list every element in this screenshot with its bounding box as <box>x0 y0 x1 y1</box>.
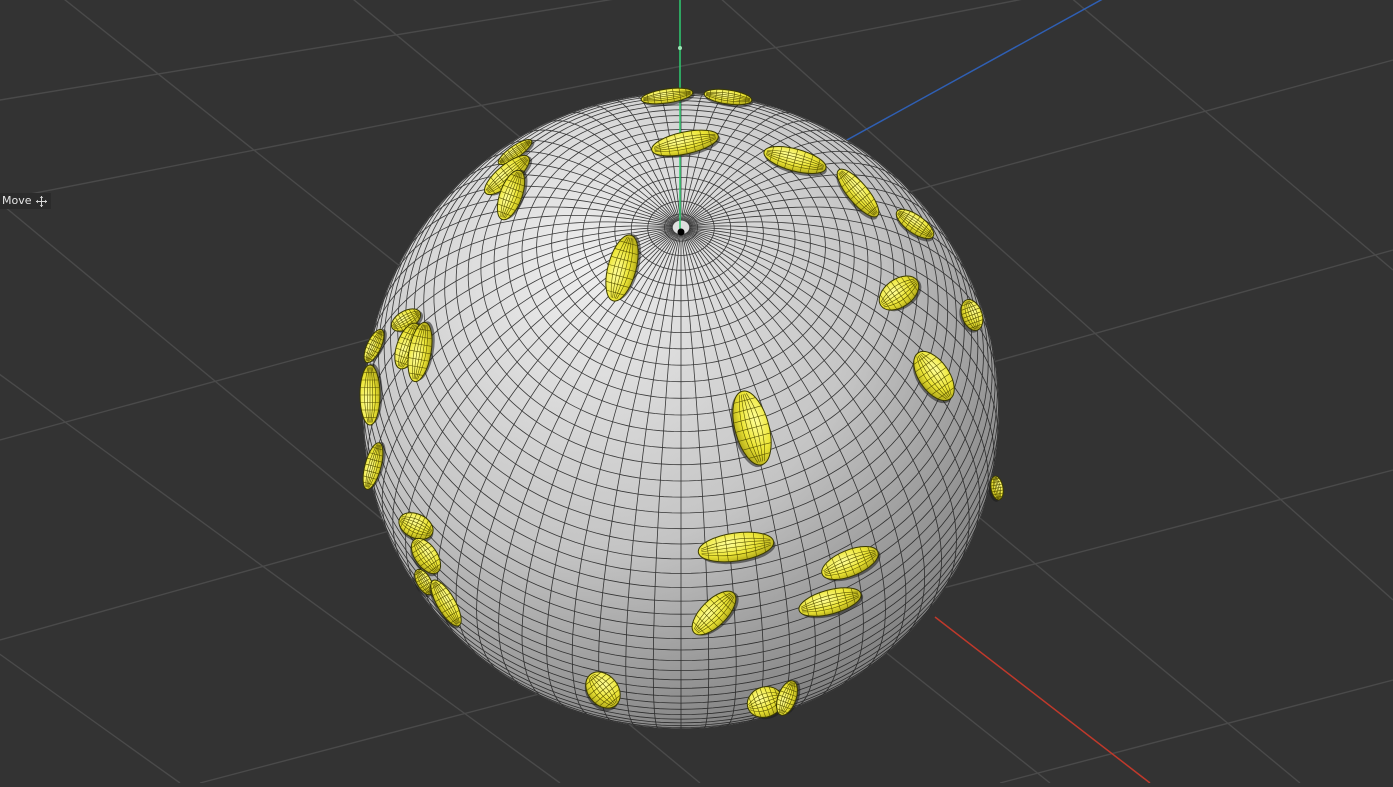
seed-mesh[interactable] <box>359 363 383 426</box>
scene-canvas[interactable] <box>0 0 1393 784</box>
x-axis-line <box>934 616 1151 784</box>
tool-indicator: Move <box>0 193 51 209</box>
move-icon <box>35 195 47 207</box>
y-axis-handle[interactable] <box>678 46 682 50</box>
3d-viewport[interactable]: Move <box>0 0 1393 784</box>
pole-point <box>677 228 685 236</box>
tool-label-text: Move <box>2 194 32 207</box>
